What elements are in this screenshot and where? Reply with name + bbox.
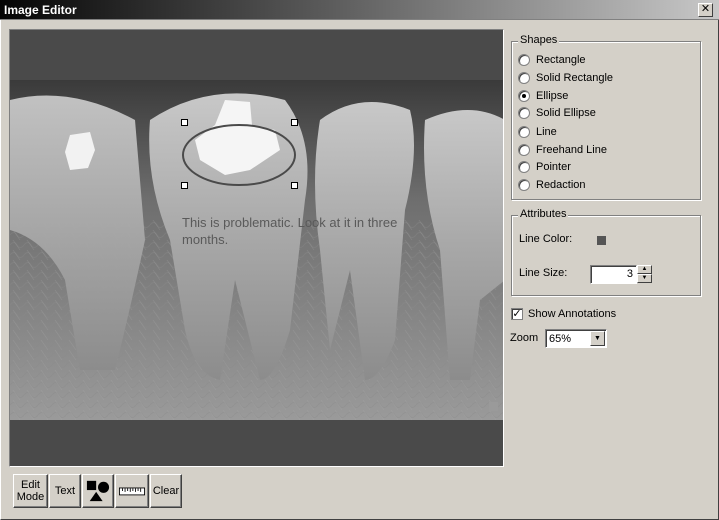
- shape-option-solid-ellipse[interactable]: Solid Ellipse: [518, 105, 596, 121]
- radio-button[interactable]: [518, 72, 530, 84]
- zoom-value: 65%: [549, 333, 572, 345]
- attributes-group-label: Attributes: [518, 208, 569, 220]
- chevron-down-icon[interactable]: ▼: [590, 331, 605, 346]
- radio-button[interactable]: [518, 107, 530, 119]
- shape-option-ellipse[interactable]: Ellipse: [518, 88, 568, 104]
- show-annotations-label: Show Annotations: [528, 308, 617, 320]
- shape-option-rectangle[interactable]: Rectangle: [518, 52, 586, 68]
- annotation-text[interactable]: This is problematic. Look at it in three…: [182, 214, 412, 248]
- measure-button[interactable]: [115, 474, 149, 508]
- window-title: Image Editor: [4, 3, 77, 17]
- shape-option-redaction[interactable]: Redaction: [518, 177, 586, 193]
- radio-button[interactable]: [518, 179, 530, 191]
- shape-option-solid-rectangle[interactable]: Solid Rectangle: [518, 70, 613, 86]
- resize-handle[interactable]: [291, 119, 298, 126]
- shapes-icon: [86, 480, 110, 502]
- attributes-group: Attributes Line Color: Line Size: 3 ▲ ▼: [511, 208, 701, 296]
- radio-button[interactable]: [518, 161, 530, 173]
- resize-handle[interactable]: [181, 182, 188, 189]
- resize-handle[interactable]: [181, 119, 188, 126]
- line-color-swatch[interactable]: [597, 236, 606, 245]
- ruler-icon: [119, 487, 145, 496]
- spin-down-icon[interactable]: ▼: [637, 274, 652, 283]
- radio-button[interactable]: [518, 144, 530, 156]
- canvas-corner-marker: [489, 402, 498, 411]
- shape-option-pointer[interactable]: Pointer: [518, 159, 571, 175]
- shape-option-freehand-line[interactable]: Freehand Line: [518, 142, 607, 158]
- zoom-label: Zoom: [510, 332, 539, 344]
- resize-handle[interactable]: [291, 182, 298, 189]
- clear-button[interactable]: Clear: [150, 474, 182, 508]
- radio-button[interactable]: [518, 54, 530, 66]
- shapes-button[interactable]: [82, 474, 114, 508]
- line-size-label: Line Size:: [519, 267, 568, 279]
- shape-option-line[interactable]: Line: [518, 124, 557, 140]
- annotation-toolbar: Edit Mode Text Clear: [13, 474, 182, 510]
- edit-mode-button[interactable]: Edit Mode: [13, 474, 48, 508]
- line-color-label: Line Color:: [519, 233, 573, 245]
- radio-button-selected[interactable]: [518, 90, 530, 102]
- spin-up-icon[interactable]: ▲: [637, 265, 652, 274]
- line-size-input[interactable]: 3: [590, 265, 637, 284]
- text-button[interactable]: Text: [49, 474, 81, 508]
- shapes-group: Shapes Rectangle Solid Rectangle Ellipse…: [511, 34, 701, 200]
- shapes-group-label: Shapes: [518, 34, 560, 46]
- show-annotations-checkbox[interactable]: ✓: [511, 308, 523, 320]
- title-bar: Image Editor ✕: [0, 0, 719, 20]
- zoom-select[interactable]: 65% ▼: [545, 329, 607, 348]
- close-button[interactable]: ✕: [698, 3, 713, 17]
- radio-button[interactable]: [518, 126, 530, 138]
- dental-xray-image: [10, 80, 503, 420]
- line-size-spinner: ▲ ▼: [637, 265, 652, 284]
- image-canvas[interactable]: This is problematic. Look at it in three…: [9, 29, 504, 467]
